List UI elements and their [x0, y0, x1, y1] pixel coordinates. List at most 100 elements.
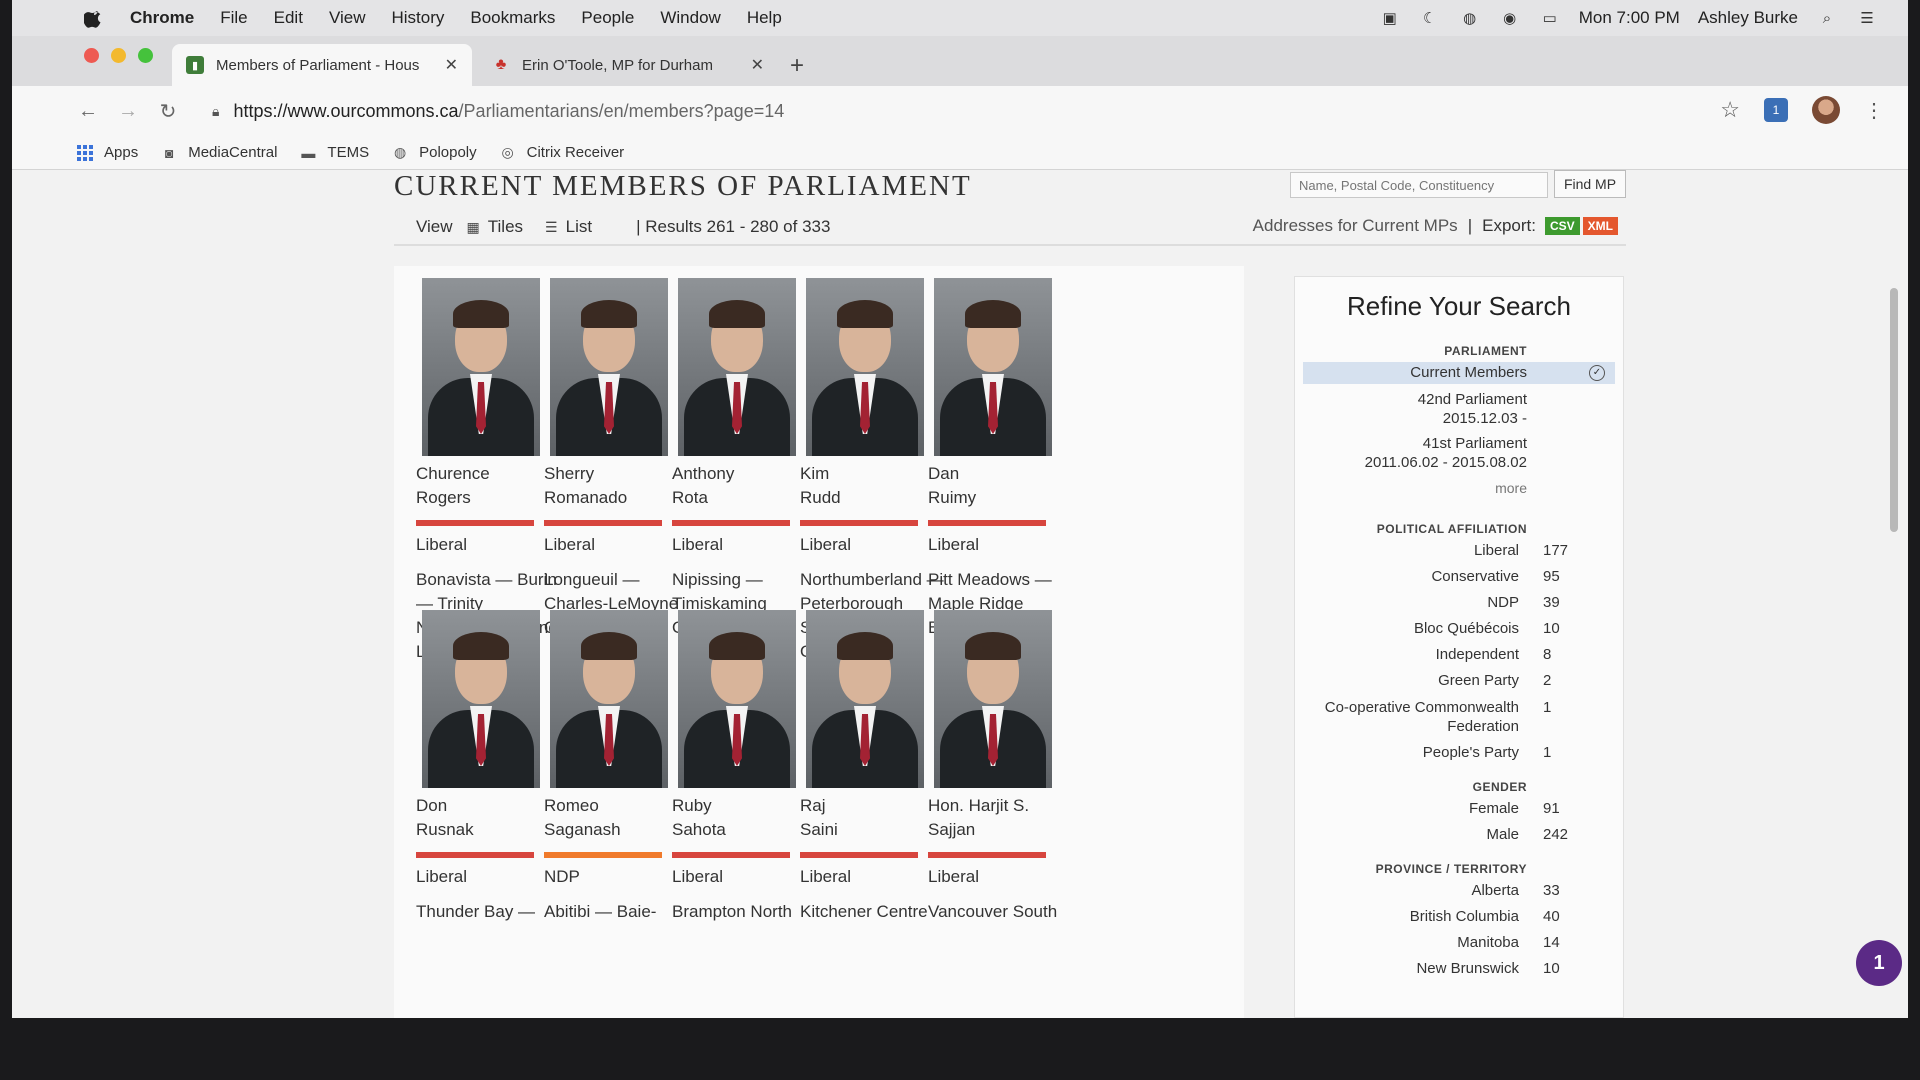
affiliation-facet[interactable]: NDP 39: [1295, 590, 1623, 616]
affiliation-facet[interactable]: Bloc Québécois 10: [1295, 616, 1623, 642]
view-tiles-option[interactable]: ▦ Tiles: [467, 217, 524, 237]
menu-edit[interactable]: Edit: [274, 8, 303, 28]
bookmark-star-icon[interactable]: ☆: [1720, 97, 1740, 123]
profile-avatar[interactable]: [1812, 96, 1840, 124]
mp-name[interactable]: Kim Rudd: [800, 462, 948, 510]
view-list-option[interactable]: ☰ List: [545, 217, 592, 237]
bookmark-citrix-receiver[interactable]: ◎ Citrix Receiver: [499, 144, 625, 161]
bookmark-mediacentral[interactable]: ◙ MediaCentral: [160, 144, 277, 161]
tab-erin-otoole[interactable]: ♣ Erin O'Toole, MP for Durham ✕: [478, 44, 778, 86]
zoom-window-button[interactable]: [138, 48, 153, 63]
affiliation-facet[interactable]: Co-operative Commonwealth Federation 1: [1295, 698, 1623, 736]
close-tab-icon[interactable]: ✕: [445, 55, 458, 75]
mp-portrait[interactable]: [550, 610, 668, 788]
mp-portrait[interactable]: [678, 278, 796, 456]
gender-facet[interactable]: Male 242: [1295, 822, 1623, 848]
back-arrow-icon[interactable]: ←: [74, 97, 102, 125]
notification-bubble[interactable]: 1: [1856, 940, 1902, 986]
menu-help[interactable]: Help: [747, 8, 782, 28]
menu-file[interactable]: File: [220, 8, 247, 28]
affiliation-facet[interactable]: Green Party 2: [1295, 668, 1623, 694]
night-mode-icon[interactable]: ☾: [1419, 9, 1441, 27]
more-parliaments-link[interactable]: more: [1295, 480, 1623, 496]
parliament-41st[interactable]: 41st Parliament 2011.06.02 - 2015.08.02: [1295, 434, 1623, 472]
bookmark-polopoly[interactable]: ◍ Polopoly: [391, 144, 477, 161]
battery-icon[interactable]: ▭: [1539, 9, 1561, 27]
gender-facet[interactable]: Female 91: [1295, 796, 1623, 822]
mp-name[interactable]: Sherry Romanado: [544, 462, 692, 510]
mp-name[interactable]: Hon. Harjit S. Sajjan: [928, 794, 1076, 842]
mp-card[interactable]: Hon. Harjit S. Sajjan Liberal Vancouver …: [928, 610, 1076, 924]
mp-card[interactable]: Ruby Sahota Liberal Brampton North: [672, 610, 820, 924]
more-menu-icon[interactable]: ⋮: [1864, 98, 1884, 123]
export-xml-button[interactable]: XML: [1582, 217, 1618, 235]
menu-people[interactable]: People: [581, 8, 634, 28]
screen-record-icon[interactable]: ▣: [1379, 9, 1401, 27]
export-csv-button[interactable]: CSV: [1544, 217, 1580, 235]
province-facet[interactable]: Alberta 33: [1295, 878, 1623, 904]
vpn-globe-icon[interactable]: ◍: [1459, 9, 1481, 27]
bookmark-tems[interactable]: ▬ TEMS: [299, 144, 369, 161]
close-tab-icon[interactable]: ✕: [751, 55, 764, 75]
close-window-button[interactable]: [84, 48, 99, 63]
mp-name[interactable]: Ruby Sahota: [672, 794, 820, 842]
bookmark-apps[interactable]: Apps: [76, 144, 138, 161]
mp-portrait[interactable]: [934, 610, 1052, 788]
forward-arrow-icon[interactable]: →: [114, 97, 142, 125]
mp-card[interactable]: Don Rusnak Liberal Thunder Bay —: [416, 610, 564, 924]
address-bar[interactable]: 🔒︎ https://www.ourcommons.ca/Parliamenta…: [212, 94, 1732, 128]
mp-card[interactable]: Romeo Saganash NDP Abitibi — Baie-: [544, 610, 692, 924]
mp-name[interactable]: Churence Rogers: [416, 462, 564, 510]
mp-portrait[interactable]: [678, 610, 796, 788]
mp-search-input[interactable]: [1290, 172, 1548, 198]
minimize-window-button[interactable]: [111, 48, 126, 63]
province-facet[interactable]: Manitoba 14: [1295, 930, 1623, 956]
addresses-link[interactable]: Addresses for Current MPs: [1253, 216, 1458, 236]
find-mp-button[interactable]: Find MP: [1554, 170, 1626, 198]
mp-card[interactable]: Sherry Romanado Liberal Longueuil — Charl…: [544, 278, 692, 640]
mp-portrait[interactable]: [550, 278, 668, 456]
mp-name[interactable]: Romeo Saganash: [544, 794, 692, 842]
province-facet[interactable]: New Brunswick 10: [1295, 956, 1623, 982]
new-tab-button[interactable]: +: [790, 52, 804, 80]
spotlight-search-icon[interactable]: ⌕: [1816, 9, 1838, 27]
wifi-icon[interactable]: ◉: [1499, 9, 1521, 27]
parliament-current-members[interactable]: Current Members ✓: [1303, 362, 1615, 384]
results-count: | Results 261 - 280 of 333: [636, 217, 831, 236]
page-scrollbar[interactable]: [1890, 288, 1898, 532]
extension-icon[interactable]: 1: [1764, 98, 1788, 122]
mp-card[interactable]: Kim Rudd Liberal Northumberland — Peterbo…: [800, 278, 948, 664]
menu-app-name[interactable]: Chrome: [130, 8, 194, 28]
province-facet[interactable]: British Columbia 40: [1295, 904, 1623, 930]
affiliation-facet[interactable]: Liberal 177: [1295, 538, 1623, 564]
menu-view[interactable]: View: [329, 8, 366, 28]
tab-members-of-parliament[interactable]: ▮ Members of Parliament - Hous ✕: [172, 44, 472, 86]
affiliation-facet[interactable]: Independent 8: [1295, 642, 1623, 668]
mp-name[interactable]: Anthony Rota: [672, 462, 820, 510]
menu-window[interactable]: Window: [660, 8, 720, 28]
menu-history[interactable]: History: [391, 8, 444, 28]
notification-center-icon[interactable]: ☰: [1856, 9, 1878, 27]
mp-portrait[interactable]: [934, 278, 1052, 456]
reload-icon[interactable]: ↻: [154, 97, 182, 125]
mp-card[interactable]: Raj Saini Liberal Kitchener Centre: [800, 610, 948, 924]
apple-menu-icon[interactable]: [84, 8, 104, 28]
affiliation-facet[interactable]: People's Party 1: [1295, 740, 1623, 766]
mp-portrait[interactable]: [806, 610, 924, 788]
mp-card[interactable]: Dan Ruimy Liberal Pitt Meadows — Maple Ri…: [928, 278, 1076, 640]
parliament-42nd[interactable]: 42nd Parliament 2015.12.03 -: [1295, 390, 1623, 428]
mp-name[interactable]: Don Rusnak: [416, 794, 564, 842]
menubar-clock[interactable]: Mon 7:00 PM: [1579, 8, 1680, 28]
mp-name[interactable]: Raj Saini: [800, 794, 948, 842]
mp-name[interactable]: Dan Ruimy: [928, 462, 1076, 510]
mp-portrait[interactable]: [422, 278, 540, 456]
menu-bookmarks[interactable]: Bookmarks: [470, 8, 555, 28]
lock-icon[interactable]: 🔒︎: [212, 103, 219, 120]
mp-card[interactable]: Churence Rogers Liberal Bonavista — Buri…: [416, 278, 564, 664]
affiliation-facet[interactable]: Conservative 95: [1295, 564, 1623, 590]
party-color-bar: [928, 520, 1046, 526]
mp-portrait[interactable]: [422, 610, 540, 788]
menubar-user[interactable]: Ashley Burke: [1698, 8, 1798, 28]
mp-card[interactable]: Anthony Rota Liberal Nipissing — Timiskam…: [672, 278, 820, 640]
mp-portrait[interactable]: [806, 278, 924, 456]
